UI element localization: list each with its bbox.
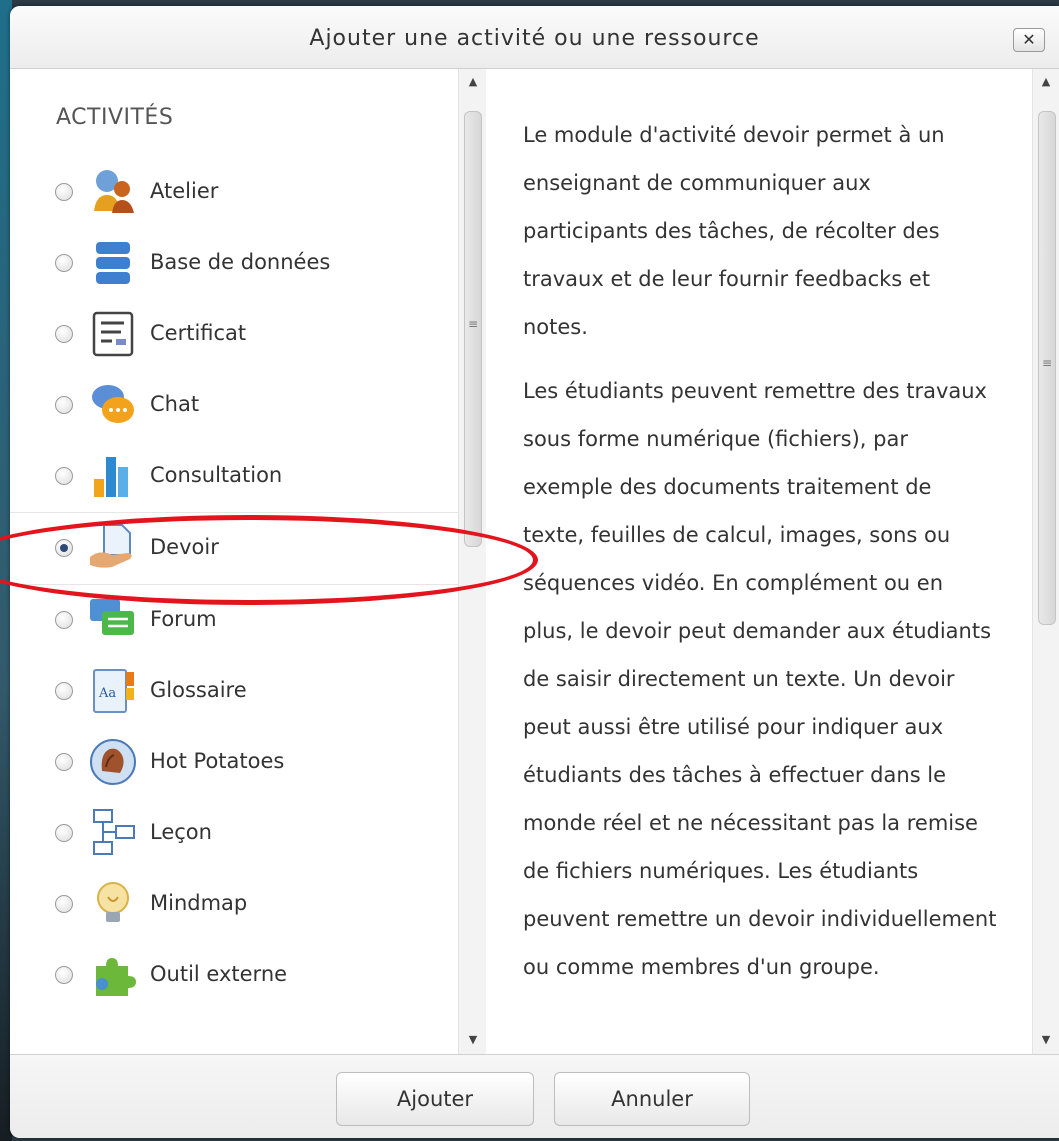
database-icon [88,238,138,288]
workshop-icon [88,167,138,217]
activity-option-consultation[interactable]: Consultation [10,441,458,512]
assignment-icon [88,523,138,573]
dialog-title: Ajouter une activité ou une ressource [309,26,760,51]
activity-label: Mindmap [150,891,248,915]
hot-potatoes-icon [88,737,138,787]
puzzle-icon [88,950,138,1000]
activity-label: Forum [150,607,217,631]
lightbulb-icon [88,879,138,929]
activity-option-base-de-donn-es[interactable]: Base de données [10,228,458,299]
add-activity-dialog: Ajouter une activité ou une ressource ✕ … [10,6,1059,1138]
activity-option-le-on[interactable]: Leçon [10,798,458,869]
activity-option-mindmap[interactable]: Mindmap [10,869,458,940]
close-button[interactable]: ✕ [1013,28,1045,52]
scrollbar-grip-icon: ≡ [1041,356,1053,370]
activity-label: Outil externe [150,962,288,986]
activity-radio[interactable] [55,467,73,485]
activities-heading: ACTIVITÉS [56,105,174,130]
activity-radio[interactable] [55,682,73,700]
activity-label: Devoir [150,535,219,559]
activity-list-pane: ACTIVITÉS Atelier Base de données Certific… [10,69,486,1055]
activity-radio[interactable] [55,824,73,842]
description-pane: Le module d'activité devoir permet à un … [487,69,1032,1055]
activity-label: Consultation [150,463,283,487]
activity-label: Glossaire [150,678,247,702]
cancel-button[interactable]: Annuler [554,1072,750,1126]
activity-radio[interactable] [55,611,73,629]
description-scrollbar[interactable]: ▲ ≡ ▼ [1032,69,1059,1055]
activity-options: Atelier Base de données Certificat Chat Cons… [10,157,458,1011]
scrollbar-grip-icon: ≡ [467,317,479,331]
description-paragraph-2: Les étudiants peuvent remettre des trava… [523,379,997,979]
chat-icon [88,380,138,430]
activity-radio[interactable] [55,325,73,343]
scroll-up-arrow-icon[interactable]: ▲ [459,75,486,88]
forum-icon [88,595,138,645]
activity-option-hot-potatoes[interactable]: Hot Potatoes [10,727,458,798]
svg-text:Aa: Aa [98,686,116,701]
scrollbar-thumb[interactable]: ≡ [464,111,482,547]
activity-label: Base de données [150,250,331,274]
description-paragraph-1: Le module d'activité devoir permet à un … [523,123,945,339]
scrollbar-thumb[interactable]: ≡ [1038,111,1056,625]
activity-radio[interactable] [55,753,73,771]
activity-label: Chat [150,392,200,416]
activity-option-chat[interactable]: Chat [10,370,458,441]
activity-radio[interactable] [55,396,73,414]
activity-label: Leçon [150,820,212,844]
scroll-down-arrow-icon[interactable]: ▼ [1033,1033,1059,1046]
activity-radio[interactable] [55,539,73,557]
lesson-icon [88,808,138,858]
activity-option-devoir[interactable]: Devoir [10,512,458,585]
activity-radio[interactable] [55,895,73,913]
activity-radio[interactable] [55,254,73,272]
activity-option-outil-externe[interactable]: Outil externe [10,940,458,1011]
activity-label: Hot Potatoes [150,749,285,773]
activity-option-glossaire[interactable]: Aa Glossaire [10,656,458,727]
add-button[interactable]: Ajouter [336,1072,534,1126]
activity-radio[interactable] [55,966,73,984]
activity-option-forum[interactable]: Forum [10,585,458,656]
certificate-icon [88,309,138,359]
glossary-icon: Aa [88,666,138,716]
dialog-titlebar: Ajouter une activité ou une ressource ✕ [10,6,1059,69]
dialog-footer: Ajouter Annuler [10,1054,1059,1138]
scroll-up-arrow-icon[interactable]: ▲ [1033,75,1059,88]
scroll-down-arrow-icon[interactable]: ▼ [459,1033,486,1046]
activity-option-certificat[interactable]: Certificat [10,299,458,370]
survey-chart-icon [88,451,138,501]
activity-label: Atelier [150,179,219,203]
activity-radio[interactable] [55,183,73,201]
activity-option-atelier[interactable]: Atelier [10,157,458,228]
activity-list-scrollbar[interactable]: ▲ ≡ ▼ [458,69,486,1055]
activity-label: Certificat [150,321,247,345]
activity-description: Le module d'activité devoir permet à un … [523,111,998,1007]
